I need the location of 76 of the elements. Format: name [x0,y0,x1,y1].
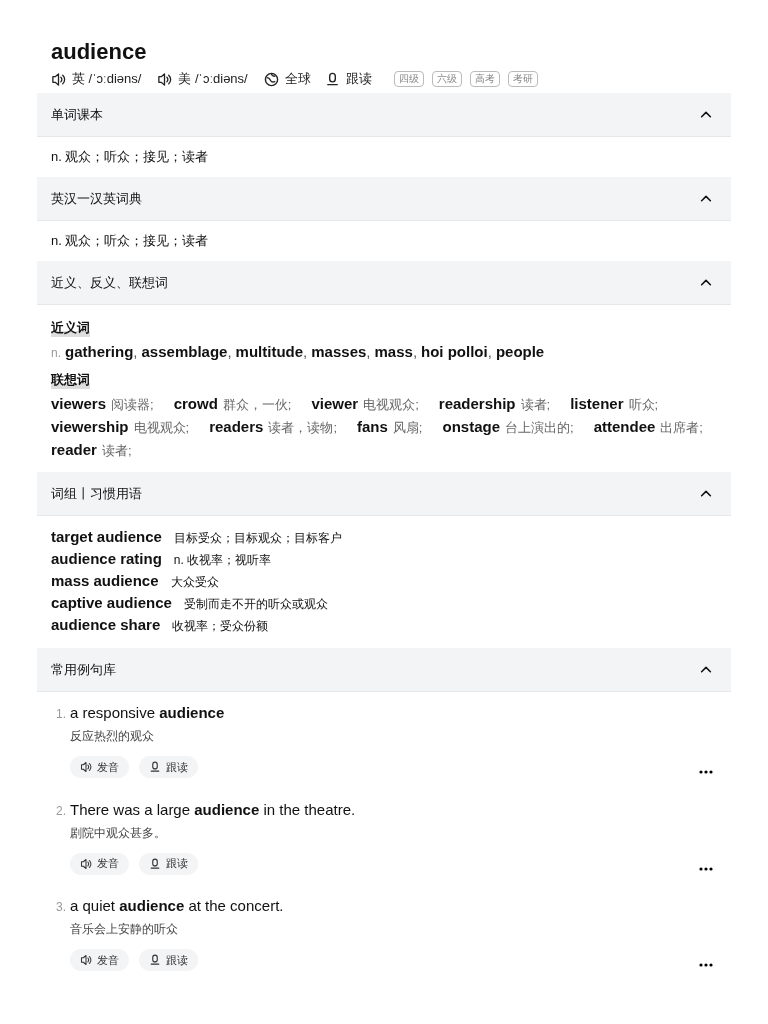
section-header[interactable]: 英汉一汉英词典 [37,177,731,221]
association-item[interactable]: readership 读者; [438,393,551,416]
synonym-link[interactable]: assemblage [141,341,228,363]
pronunciation-button[interactable]: 美 /ˈɔːdiəns/ [157,69,248,89]
microphone-icon [149,761,161,773]
synonym-link[interactable]: hoi polloi [421,341,488,363]
exam-tag: 高考 [469,71,500,87]
example-translation: 剧院中观众甚多。 [70,824,167,842]
phrase-meaning: 受制而走不开的听众或观众 [183,596,328,613]
follow-read-button[interactable]: 跟读 [139,756,198,778]
phrase[interactable]: captive audience [51,592,172,615]
section-header[interactable]: 近义、反义、联想词 [37,261,731,305]
example-sentence: a quiet audience at the concert. [70,896,284,916]
exam-tag: 考研 [507,71,538,87]
microphone-icon [149,954,161,966]
comma: , [487,342,492,362]
global-button[interactable]: 全球 [263,69,311,89]
association-item[interactable]: listener 听众; [570,393,659,416]
synonym-link[interactable]: multitude [235,341,304,363]
association-item[interactable]: viewer 电视观众; [311,393,419,416]
speaker-icon [51,71,66,87]
section-header[interactable]: 常用例句库 [37,648,731,692]
pronounce-button[interactable]: 发音 [70,852,129,875]
phrase[interactable]: audience share [51,614,161,637]
speaker-icon [80,761,92,773]
microphone-icon [149,857,161,870]
synonym-link[interactable]: people [495,341,545,363]
subheading: 近义词 [51,319,90,337]
follow-read-button[interactable]: 跟读 [139,852,198,875]
association-item[interactable]: reader 读者; [51,439,132,462]
association-item[interactable]: onstage 台上演出的; [442,416,574,439]
phrase-meaning: 收视率；受众份额 [172,618,269,635]
association-item[interactable]: attendee 出席者; [593,416,703,439]
example-sentence: There was a large audience in the theatre. [70,799,356,820]
phrase[interactable]: mass audience [51,570,159,593]
example-number: 1. [56,706,67,723]
subheading: 联想词 [51,371,90,389]
example-translation: 反应热烈的观众 [70,728,155,745]
association-item[interactable]: crowd 群众，一伙; [173,393,292,416]
microphone-icon [324,71,340,87]
phrase[interactable]: audience rating [51,548,162,571]
follow-read-button[interactable]: 跟读 [139,949,198,971]
synonym-link[interactable]: mass [374,341,413,363]
comma: , [227,342,232,362]
association-item[interactable]: fans 风扇; [357,416,423,439]
word-title: audience [51,38,148,66]
example-number: 3. [56,899,67,916]
speaker-icon [80,954,92,966]
comma: , [412,342,418,362]
comma: , [133,342,138,362]
example-sentence: a responsive audience [70,703,225,723]
association-item[interactable]: readers 读者，读物; [209,416,337,439]
association-item[interactable]: viewers 阅读器; [51,393,154,416]
exam-tag: 四级 [393,71,424,87]
comma: , [303,342,308,362]
pronounce-button[interactable]: 发音 [70,949,129,971]
comma: , [366,342,371,362]
part-of-speech: n. [51,345,61,362]
speaker-icon [80,857,92,870]
definition-text: n. 观众；听众；接见；读者 [51,232,210,250]
pronounce-button[interactable]: 发音 [70,756,129,778]
phrase[interactable]: target audience [51,526,162,549]
association-item[interactable]: viewership 电视观众; [51,416,190,439]
pronunciation-button[interactable]: 英 /ˈɔːdiəns/ [51,69,142,89]
section-header[interactable]: 单词课本 [37,93,731,137]
globe-icon [263,71,279,87]
phrase-meaning: 目标受众；目标观众；目标客户 [173,530,342,547]
exam-tag: 六级 [431,71,462,87]
definition-text: n. 观众；听众；接见；读者 [51,148,210,166]
example-number: 2. [56,802,67,820]
phrase-meaning: 大众受众 [170,574,219,591]
phrase-meaning: n. 收视率；视听率 [173,552,272,569]
example-translation: 音乐会上安静的听众 [70,921,179,938]
section-header[interactable]: 词组丨习惯用语 [37,472,731,516]
follow-read-button[interactable]: 跟读 [324,69,372,89]
speaker-icon [157,71,173,87]
